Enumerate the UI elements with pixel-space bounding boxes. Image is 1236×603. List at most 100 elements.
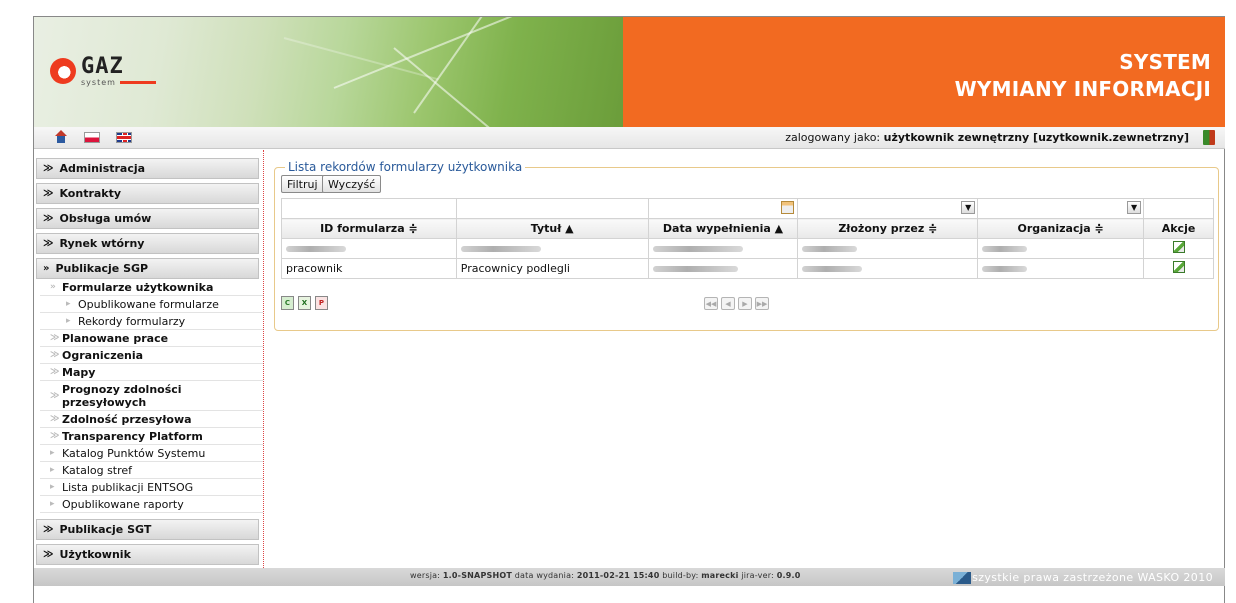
csv-export-icon[interactable]: C <box>281 296 294 310</box>
system-title-line2: WYMIANY INFORMACJI <box>954 77 1211 101</box>
sidebar-section-publikacje-sgp[interactable]: » Publikacje SGP <box>36 258 259 279</box>
chevron-down-icon: ≫ <box>43 524 54 535</box>
top-toolbar: zalogowany jako: użytkownik zewnętrzny [… <box>34 127 1225 149</box>
chevron-down-icon: ≫ <box>43 163 54 174</box>
login-prefix: zalogowany jako: <box>785 131 881 144</box>
arrow-icon: ≫ <box>50 414 60 424</box>
home-icon[interactable] <box>54 130 68 144</box>
arrow-icon: » <box>50 282 56 292</box>
system-title: SYSTEM WYMIANY INFORMACJI <box>955 49 1211 103</box>
gaz-system-logo[interactable]: GAZ system <box>50 51 156 91</box>
app-frame: GAZ system SYSTEM WYMIANY INFORMACJI zal… <box>33 16 1225 603</box>
panel-legend: Lista rekordów formularzy użytkownika <box>285 160 526 174</box>
edit-icon[interactable] <box>1172 241 1185 253</box>
cell-title: Pracownicy podlegli <box>455 258 649 279</box>
pagination: ◀◀ ◀ ▶ ▶▶ <box>704 297 769 310</box>
last-page-icon[interactable]: ▶▶ <box>755 297 769 310</box>
sidebar-item-opublikowane-raporty[interactable]: ▸ Opublikowane raporty <box>40 496 263 513</box>
logo-subtext: system <box>81 77 116 87</box>
sidebar-item-planowane-prace[interactable]: ≫ Planowane prace <box>40 330 263 347</box>
chevron-down-icon: ≫ <box>43 188 54 199</box>
sidebar-section-kontrakty[interactable]: ≫ Kontrakty <box>36 183 259 204</box>
redacted-text <box>652 246 743 252</box>
arrow-icon: ≫ <box>50 367 60 377</box>
header-banner-image: GAZ system <box>34 17 623 127</box>
first-page-icon[interactable]: ◀◀ <box>704 297 718 310</box>
redacted-text <box>982 246 1028 252</box>
logout-icon[interactable] <box>1203 130 1215 145</box>
table-row[interactable]: pracownik Pracownicy podlegli <box>281 258 1214 279</box>
sidebar: ≫ Administracja ≫ Kontrakty ≫ Obsługa umów … <box>34 150 264 568</box>
filter-by-select[interactable]: ▼ <box>797 198 979 219</box>
col-date[interactable]: Data wypełnienia ▲ <box>647 218 799 239</box>
chevron-down-icon: ≫ <box>43 213 54 224</box>
arrow-icon: ▸ <box>50 465 55 475</box>
export-icons: C X P <box>281 296 328 310</box>
wasko-logo <box>953 572 972 584</box>
excel-export-icon[interactable]: X <box>298 296 311 310</box>
arrow-icon: ▸ <box>66 299 71 309</box>
polish-flag-icon[interactable] <box>84 131 100 143</box>
pdf-export-icon[interactable]: P <box>315 296 328 310</box>
sidebar-section-uzytkownik[interactable]: ≫ Użytkownik <box>36 544 259 565</box>
arrow-icon: ≫ <box>50 350 60 360</box>
header-row: ID formularza ≑ Tytuł ▲ Data wypełnienia… <box>281 218 1214 239</box>
system-title-line1: SYSTEM <box>1119 50 1211 74</box>
arrow-icon: ▸ <box>66 316 71 326</box>
prev-page-icon[interactable]: ◀ <box>721 297 735 310</box>
col-actions: Akcje <box>1143 218 1214 239</box>
redacted-text <box>802 266 863 272</box>
header: GAZ system SYSTEM WYMIANY INFORMACJI <box>34 17 1225 127</box>
english-flag-icon[interactable] <box>116 131 132 143</box>
sidebar-item-formularze[interactable]: » Formularze użytkownika <box>40 279 263 296</box>
dropdown-arrow-icon[interactable]: ▼ <box>961 201 976 214</box>
dropdown-arrow-icon[interactable]: ▼ <box>1127 201 1142 214</box>
sidebar-item-opublikowane-formularze[interactable]: ▸ Opublikowane formularze <box>40 296 263 313</box>
redacted-text <box>286 246 346 252</box>
login-info: zalogowany jako: użytkownik zewnętrzny [… <box>785 131 1189 144</box>
next-page-icon[interactable]: ▶ <box>738 297 752 310</box>
arrow-icon: ▸ <box>50 499 55 509</box>
redacted-text <box>460 246 541 252</box>
edit-icon[interactable] <box>1172 261 1185 273</box>
sidebar-item-prognozy[interactable]: ≫ Prognozy zdolności przesyłowych <box>40 381 263 411</box>
sidebar-section-rynek-wtorny[interactable]: ≫ Rynek wtórny <box>36 233 259 254</box>
sidebar-item-katalog-punktow[interactable]: ▸ Katalog Punktów Systemu <box>40 445 263 462</box>
arrow-icon: ≫ <box>50 431 60 441</box>
main-content: Lista rekordów formularzy użytkownika Fi… <box>274 160 1219 331</box>
sidebar-item-lista-entsog[interactable]: ▸ Lista publikacji ENTSOG <box>40 479 263 496</box>
chevron-right-icon: » <box>43 263 50 274</box>
col-title[interactable]: Tytuł ▲ <box>455 218 649 239</box>
filter-id-input[interactable] <box>281 198 457 219</box>
redacted-text <box>982 266 1028 272</box>
login-user: użytkownik zewnętrzny [uzytkownik.zewnet… <box>883 131 1189 144</box>
calendar-icon[interactable] <box>781 201 795 214</box>
sidebar-item-katalog-stref[interactable]: ▸ Katalog stref <box>40 462 263 479</box>
sidebar-section-publikacje-sgt[interactable]: ≫ Publikacje SGT <box>36 519 259 540</box>
version-info: wersja: 1.0-SNAPSHOT data wydania: 2011-… <box>410 571 801 580</box>
redacted-text <box>802 246 858 252</box>
arrow-icon: ▸ <box>50 448 55 458</box>
records-panel: Lista rekordów formularzy użytkownika Fi… <box>274 160 1219 331</box>
copyright: szystkie prawa zastrzeżone WASKO 2010 <box>953 571 1213 584</box>
sidebar-section-administracja[interactable]: ≫ Administracja <box>36 158 259 179</box>
filter-date-input[interactable] <box>647 198 799 219</box>
filter-title-input[interactable] <box>455 198 649 219</box>
sgp-submenu: » Formularze użytkownika ▸ Opublikowane fo… <box>34 279 263 513</box>
col-id[interactable]: ID formularza ≑ <box>281 218 457 239</box>
sidebar-item-mapy[interactable]: ≫ Mapy <box>40 364 263 381</box>
sidebar-item-zdolnosc[interactable]: ≫ Zdolność przesyłowa <box>40 411 263 428</box>
col-org[interactable]: Organizacja ≑ <box>977 218 1145 239</box>
col-by[interactable]: Złożony przez ≑ <box>797 218 979 239</box>
flame-icon <box>50 58 76 84</box>
filter-button[interactable]: Filtruj <box>281 175 324 193</box>
cell-id: pracownik <box>281 258 457 279</box>
table-row[interactable] <box>281 238 1214 259</box>
sidebar-item-rekordy-formularzy[interactable]: ▸ Rekordy formularzy <box>40 313 263 330</box>
sidebar-item-transparency[interactable]: ≫ Transparency Platform <box>40 428 263 445</box>
filter-row: ▼ ▼ <box>281 198 1214 219</box>
sidebar-section-obsluga-umow[interactable]: ≫ Obsługa umów <box>36 208 259 229</box>
clear-button[interactable]: Wyczyść <box>322 175 382 193</box>
sidebar-item-ograniczenia[interactable]: ≫ Ograniczenia <box>40 347 263 364</box>
filter-org-select[interactable]: ▼ <box>977 198 1145 219</box>
